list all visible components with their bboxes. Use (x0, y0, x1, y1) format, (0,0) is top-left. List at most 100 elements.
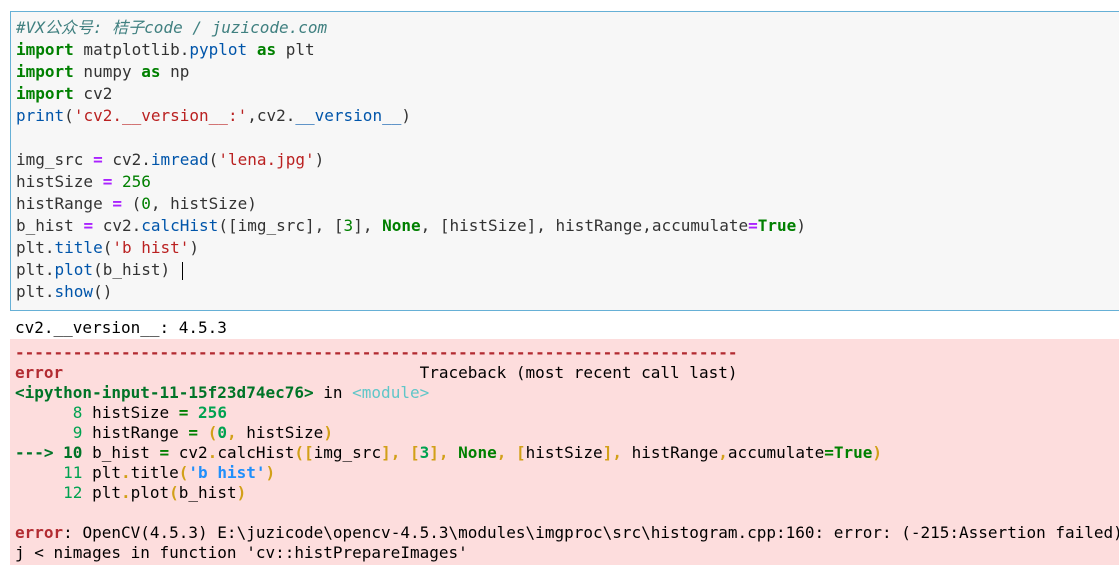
code-token: plt (82, 463, 121, 482)
code-token: <module> (352, 383, 430, 402)
code-token: title (130, 463, 179, 482)
code-token: ( (102, 238, 113, 257)
code-token: title (54, 238, 103, 257)
code-token: cv2. (102, 150, 151, 169)
code-token: plt (82, 483, 121, 502)
code-token: 11 (15, 463, 83, 482)
code-token: = (748, 216, 758, 235)
code-token: 0 (217, 423, 227, 442)
code-token: ], (353, 216, 383, 235)
code-token: [ (409, 443, 420, 462)
code-token: ----------------------------------------… (15, 343, 738, 362)
code-token: ], (602, 443, 622, 462)
code-token: plt. (16, 282, 55, 301)
code-input-cell[interactable]: #VX公众号: 桔子code / juzicode.com import matp… (10, 11, 1119, 311)
code-token: cv2 (169, 443, 208, 462)
code-token: 0 (141, 194, 151, 213)
code-token: . (120, 463, 131, 482)
code-line: print('cv2.__version__:',cv2.__version__… (16, 105, 806, 127)
code-token: imread (150, 150, 209, 169)
code-token: = (188, 423, 199, 442)
code-token: () (93, 282, 113, 301)
code-token: , (226, 423, 237, 442)
traceback-line: ----------------------------------------… (15, 343, 1119, 363)
code-token: , histSize) (150, 194, 257, 213)
code-token: numpy (73, 62, 142, 81)
code-token: histSize (525, 443, 603, 462)
traceback-line: 11 plt.title('b hist') (15, 463, 1119, 483)
code-token: = (93, 150, 103, 169)
code-token: . (120, 483, 131, 502)
code-token: , [histSize], histRange,accumulate (420, 216, 749, 235)
traceback-line: ---> 10 b_hist = cv2.calcHist([img_src],… (15, 443, 1119, 463)
code-token: 12 (15, 483, 83, 502)
code-token: ( (64, 106, 74, 125)
code-token: ( (178, 463, 189, 482)
code-editor[interactable]: #VX公众号: 桔子code / juzicode.com import matp… (16, 17, 806, 303)
code-token: ,cv2. (247, 106, 296, 125)
code-token: = (112, 194, 122, 213)
code-token: histSize (236, 423, 324, 442)
code-token: 3 (419, 443, 430, 462)
code-token: <ipython-input-11-15f23d74ec76> (15, 383, 314, 402)
code-token: ( (208, 150, 219, 169)
code-token: plt. (16, 238, 55, 257)
code-token: import (16, 84, 74, 103)
code-token: ([ (294, 443, 314, 462)
code-token: ) (265, 463, 276, 482)
code-token: = (102, 172, 113, 191)
traceback-line: error Traceback (most recent call last) (15, 363, 1119, 383)
traceback-line: 8 histSize = 256 (15, 403, 1119, 423)
code-token: b_hist (82, 443, 160, 462)
code-line: import numpy as np (16, 61, 806, 83)
code-token: 256 (198, 403, 227, 422)
code-token: b_hist (16, 216, 84, 235)
code-token: cv2 (73, 84, 113, 103)
code-token: 'b hist' (188, 463, 266, 482)
text-cursor (181, 261, 184, 280)
code-token: histRange (82, 423, 189, 442)
code-token: , (718, 443, 728, 462)
code-token: = (83, 216, 94, 235)
code-token: ) (189, 238, 200, 257)
code-token: as (141, 62, 161, 81)
code-line: plt.show() (16, 281, 806, 303)
code-token: plt. (16, 260, 55, 279)
code-token: Traceback (most recent call last) (63, 363, 738, 382)
code-token: cv2. (93, 216, 142, 235)
code-token: (b_hist) (93, 260, 180, 279)
code-token: = (159, 443, 170, 462)
code-token: 9 (15, 423, 83, 442)
code-token: calcHist (141, 216, 219, 235)
code-token: 8 (15, 403, 83, 422)
code-token: img_src (16, 150, 94, 169)
stdout-output: cv2.__version__: 4.5.3 (15, 318, 227, 337)
code-line: histSize = 256 (16, 171, 806, 193)
code-token: histSize (16, 172, 103, 191)
code-token: show (54, 282, 94, 301)
code-token: [ (515, 443, 526, 462)
code-token: j < nimages in function 'cv::histPrepare… (15, 543, 468, 562)
code-token: 3 (343, 216, 354, 235)
code-token: , (496, 443, 507, 462)
code-line: #VX公众号: 桔子code / juzicode.com (16, 17, 806, 39)
code-token: plot (130, 483, 170, 502)
code-token: as (256, 40, 277, 59)
code-token: ) (872, 443, 883, 462)
code-token: histRange (621, 443, 719, 462)
code-token: 'cv2.__version__:' (73, 106, 248, 125)
code-token: ) (323, 423, 333, 442)
code-token: True (757, 216, 797, 235)
code-token: None (458, 443, 497, 462)
code-token: 256 (121, 172, 151, 191)
code-line: import cv2 (16, 83, 806, 105)
traceback-line: error: OpenCV(4.5.3) E:\juzicode\opencv-… (15, 523, 1119, 543)
code-line: b_hist = cv2.calcHist([img_src], [3], No… (16, 215, 806, 237)
